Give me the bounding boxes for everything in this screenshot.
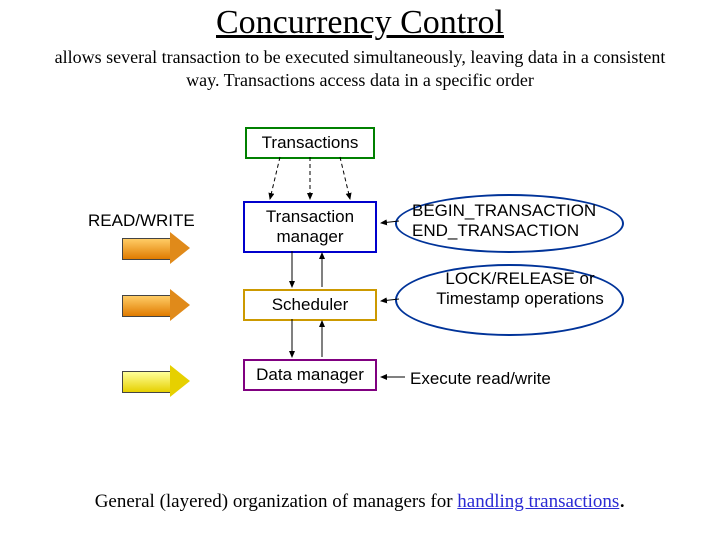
caption-link[interactable]: handling transactions <box>457 491 619 512</box>
label-begin-end: BEGIN_TRANSACTION END_TRANSACTION <box>412 201 622 240</box>
label-read-write: READ/WRITE <box>88 211 195 231</box>
page-title: Concurrency Control <box>0 4 720 42</box>
box-transaction-manager: Transaction manager <box>243 201 377 253</box>
page-subtitle: allows several transaction to be execute… <box>40 46 680 91</box>
arrow-icon <box>122 291 192 319</box>
caption-suffix: . <box>619 487 625 513</box>
box-data-manager: Data manager <box>243 359 377 391</box>
caption-prefix: General (layered) organization of manage… <box>95 491 458 512</box>
label-lock-release: LOCK/RELEASE or Timestamp operations <box>430 269 610 308</box>
arrow-icon <box>122 367 192 395</box>
page-caption: General (layered) organization of manage… <box>0 487 720 514</box>
arrow-icon <box>122 234 192 262</box>
box-transactions: Transactions <box>245 127 375 159</box>
label-execute-rw: Execute read/write <box>410 369 551 389</box>
box-scheduler: Scheduler <box>243 289 377 321</box>
diagram-area: Transactions Transaction manager Schedul… <box>0 119 720 479</box>
